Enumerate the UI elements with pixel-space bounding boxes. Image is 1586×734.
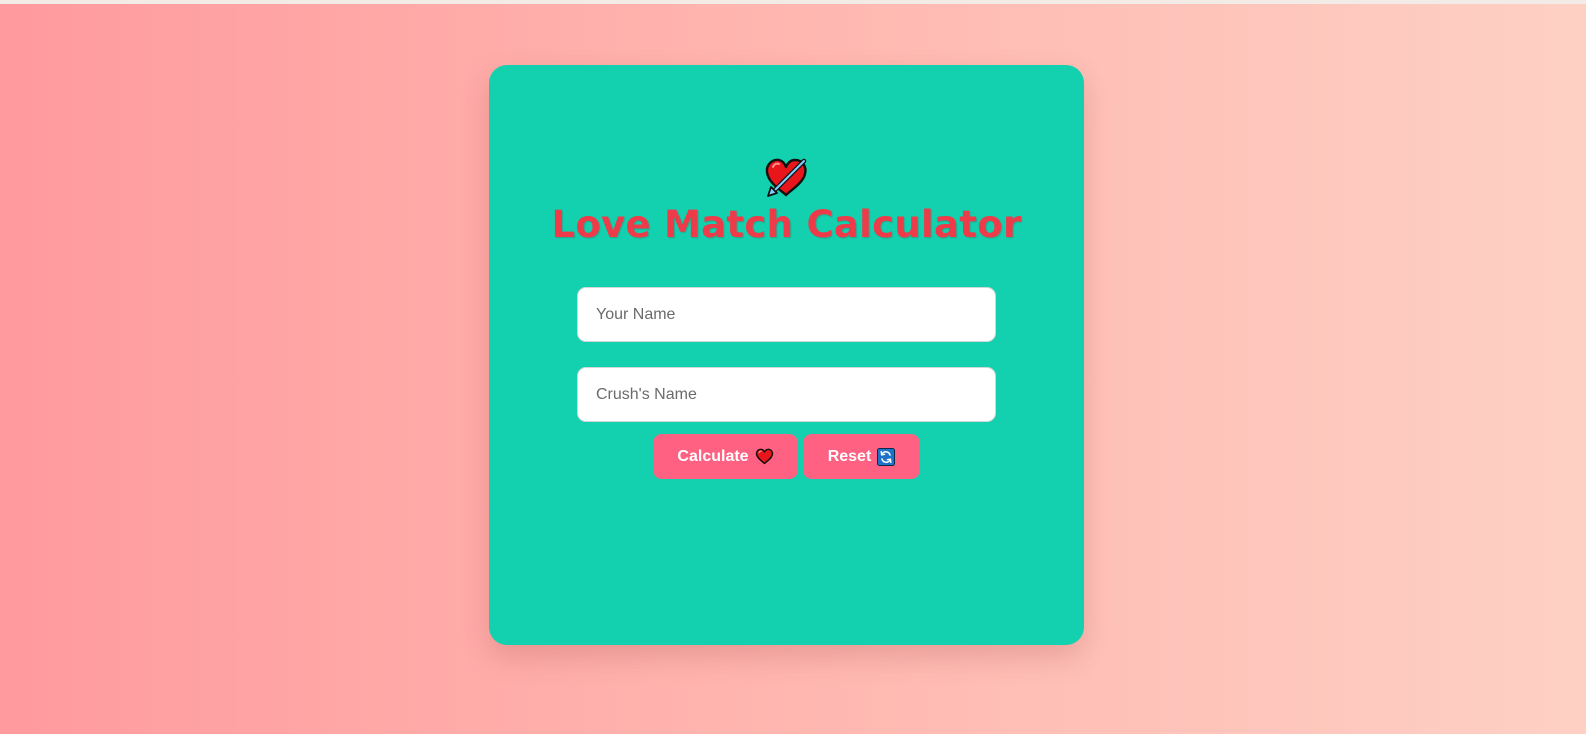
calculator-card: Love Match Calculator Calculate Reset bbox=[489, 65, 1084, 645]
calculate-button-label: Calculate bbox=[677, 447, 749, 465]
calculate-button[interactable]: Calculate bbox=[653, 434, 798, 479]
crush-name-input[interactable] bbox=[577, 367, 996, 422]
heart-with-arrow-icon bbox=[765, 158, 807, 197]
top-border-line bbox=[0, 0, 1586, 4]
reset-button-label: Reset bbox=[827, 447, 872, 465]
heart-icon bbox=[755, 448, 773, 465]
refresh-icon bbox=[877, 447, 896, 466]
reset-button[interactable]: Reset bbox=[803, 434, 920, 479]
your-name-input[interactable] bbox=[577, 287, 996, 342]
page-title: Love Match Calculator bbox=[551, 203, 1022, 246]
